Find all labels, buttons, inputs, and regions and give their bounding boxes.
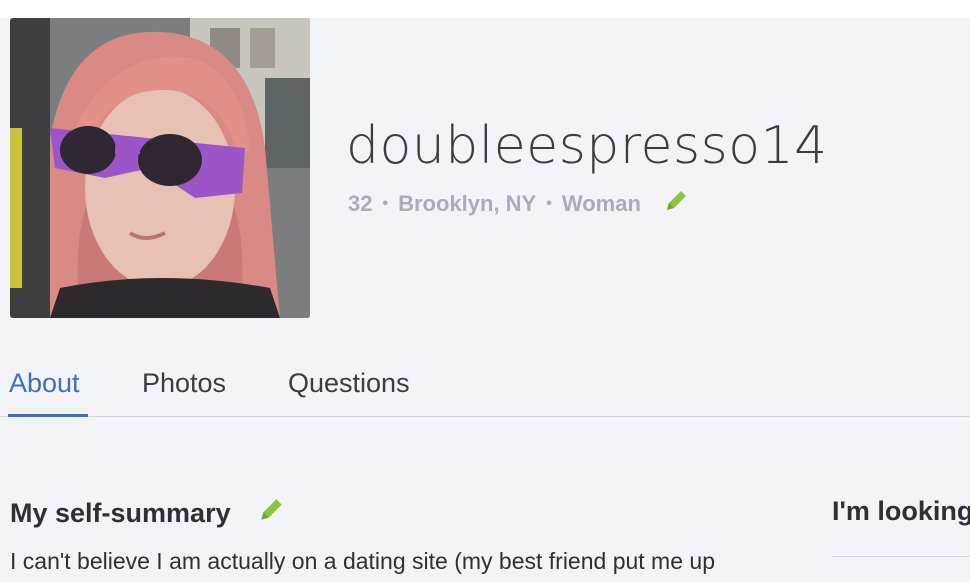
looking-for-heading: I'm looking xyxy=(832,496,970,526)
profile-gender: Woman xyxy=(561,191,641,216)
self-summary-text: I can't believe I am actually on a datin… xyxy=(10,548,715,574)
tab-about[interactable]: About xyxy=(9,368,80,399)
profile-location: Brooklyn, NY xyxy=(398,191,537,216)
self-summary-heading: My self-summary xyxy=(10,496,285,531)
pencil-icon[interactable] xyxy=(663,188,689,220)
profile-photo[interactable] xyxy=(10,18,310,318)
tab-photos[interactable]: Photos xyxy=(142,368,226,399)
pencil-icon[interactable] xyxy=(257,496,285,531)
profile-meta: 32 • Brooklyn, NY • Woman xyxy=(348,188,689,220)
profile-photo-image xyxy=(10,18,310,318)
meta-separator: • xyxy=(546,195,552,212)
tab-questions[interactable]: Questions xyxy=(288,368,410,399)
sidebar-divider xyxy=(832,556,970,557)
profile-tabs: About Photos Questions xyxy=(0,358,970,417)
active-tab-indicator xyxy=(8,414,88,417)
profile-age: 32 xyxy=(348,191,373,216)
self-summary-title: My self-summary xyxy=(10,498,231,528)
profile-username: doubleespresso14 xyxy=(346,116,828,176)
meta-separator: • xyxy=(382,195,389,212)
